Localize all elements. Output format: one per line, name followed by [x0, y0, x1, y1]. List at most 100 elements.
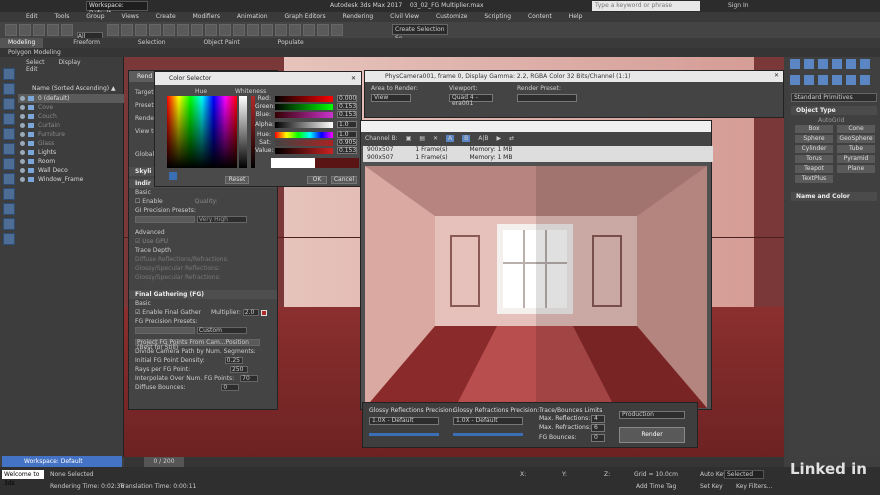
spinner-snap-icon[interactable]	[316, 24, 329, 36]
workspace-dropdown[interactable]: Workspace: Default	[86, 1, 148, 17]
filter-icon[interactable]	[3, 113, 15, 125]
project-points-dropdown[interactable]: Project FG Points From Cam...Position (B…	[135, 339, 260, 351]
sat-input[interactable]: 0.905	[337, 139, 357, 146]
hue-picker[interactable]	[167, 96, 237, 168]
motion-icon[interactable]	[832, 59, 842, 69]
divide-camera-label[interactable]: Divide Camera Path by Num. Segments:	[129, 347, 277, 356]
scene-item[interactable]: Glass	[18, 139, 124, 148]
display-icon[interactable]	[846, 59, 856, 69]
snap-icon[interactable]	[274, 24, 287, 36]
scene-item[interactable]: Wall Deco	[18, 166, 124, 175]
sign-in-button[interactable]: Sign In	[728, 2, 749, 9]
select-by-name-icon[interactable]	[120, 24, 133, 36]
create-icon[interactable]	[790, 59, 800, 69]
filter-icon[interactable]	[3, 233, 15, 245]
save-icon[interactable]: ▣	[406, 135, 412, 142]
scene-item[interactable]: Curtain	[18, 121, 124, 130]
sat-slider[interactable]	[275, 140, 333, 146]
undo-icon[interactable]	[5, 24, 17, 36]
scene-item[interactable]: Couch	[18, 112, 124, 121]
hue-slider[interactable]	[275, 132, 333, 138]
textplus-button[interactable]: TextPlus	[795, 175, 833, 183]
history-row[interactable]: 900x507 1 Frame(s) Memory: 1 MB	[363, 154, 713, 162]
edit-named-sel-icon[interactable]	[330, 24, 343, 36]
eye-icon[interactable]	[20, 177, 25, 182]
rect-select-icon[interactable]	[134, 24, 147, 36]
selected-dropdown[interactable]: Selected	[724, 470, 764, 479]
filter-icon[interactable]	[3, 158, 15, 170]
scene-item[interactable]: Cove	[18, 103, 124, 112]
red-input[interactable]: 0.000	[337, 95, 357, 102]
helpers-icon[interactable]	[846, 75, 856, 85]
fg-bounces-input[interactable]: 0	[591, 434, 605, 442]
menu-create[interactable]: Create	[156, 13, 176, 20]
production-dropdown[interactable]: Production	[619, 411, 685, 419]
menu-rendering[interactable]: Rendering	[343, 13, 374, 20]
eye-icon[interactable]	[20, 132, 25, 137]
use-gpu-checkbox[interactable]: ☑ Use GPU	[129, 237, 277, 246]
window-crossing-icon[interactable]	[148, 24, 161, 36]
alpha-input[interactable]: 1.0	[337, 121, 357, 128]
scene-item[interactable]: Window_Frame	[18, 175, 124, 184]
plane-button[interactable]: Plane	[837, 165, 875, 173]
filter-icon[interactable]	[3, 68, 15, 80]
object-type-rollout[interactable]: Object Type	[791, 106, 877, 115]
gi-preset-slider[interactable]	[135, 216, 195, 223]
redo-icon[interactable]	[19, 24, 31, 36]
unlink-icon[interactable]	[47, 24, 59, 36]
tube-button[interactable]: Tube	[837, 145, 875, 153]
ok-button[interactable]: OK	[307, 176, 327, 184]
channel-a-icon[interactable]: A	[446, 135, 455, 142]
geosphere-button[interactable]: GeoSphere	[837, 135, 875, 143]
enable-fg-checkbox[interactable]: Enable Final Gather	[142, 309, 201, 316]
move-icon[interactable]	[162, 24, 175, 36]
menu-civil-view[interactable]: Civil View	[390, 13, 419, 20]
filter-icon[interactable]	[3, 203, 15, 215]
sphere-button[interactable]: Sphere	[795, 135, 833, 143]
enable-checkbox[interactable]: ☐ Enable Quality:	[129, 197, 277, 206]
eye-icon[interactable]	[20, 123, 25, 128]
tab-modeling[interactable]: Modeling	[0, 38, 44, 48]
ab-compare-icon[interactable]: A|B	[478, 135, 488, 142]
scene-item[interactable]: 0 (default)	[18, 94, 124, 103]
scene-menu-select[interactable]: Select	[26, 59, 45, 66]
modify-icon[interactable]	[804, 59, 814, 69]
render-button[interactable]: Render	[619, 427, 685, 443]
eyedropper-icon[interactable]	[169, 172, 177, 180]
cylinder-button[interactable]: Cylinder	[795, 145, 833, 153]
fg-preset-slider[interactable]	[135, 327, 195, 334]
time-slider[interactable]: 0 / 200	[144, 457, 184, 467]
blue-slider[interactable]	[275, 112, 333, 118]
rotate-icon[interactable]	[176, 24, 189, 36]
lights-icon[interactable]	[818, 75, 828, 85]
teapot-button[interactable]: Teapot	[795, 165, 833, 173]
scene-menu-edit[interactable]: Edit	[26, 66, 38, 73]
menu-animation[interactable]: Animation	[237, 13, 268, 20]
filter-icon[interactable]	[3, 173, 15, 185]
filter-icon[interactable]	[3, 188, 15, 200]
menu-edit[interactable]: Edit	[26, 13, 38, 20]
green-input[interactable]: 0.153	[337, 103, 357, 110]
link-icon[interactable]	[33, 24, 45, 36]
eye-icon[interactable]	[20, 114, 25, 119]
spacewarps-icon[interactable]	[860, 75, 870, 85]
geometry-icon[interactable]	[790, 75, 800, 85]
filter-icon[interactable]	[3, 83, 15, 95]
maxscript-listener[interactable]: Welcome to 3ds	[2, 470, 44, 487]
final-gather-rollout[interactable]: Final Gathering (FG)	[129, 290, 277, 299]
eye-icon[interactable]	[20, 159, 25, 164]
utilities-icon[interactable]	[860, 59, 870, 69]
green-slider[interactable]	[275, 104, 333, 110]
cancel-button[interactable]: Cancel	[331, 176, 357, 184]
render-preset-dropdown[interactable]	[517, 94, 577, 102]
glossy-refr-dropdown[interactable]: 1.0X - Default	[453, 417, 523, 425]
eye-icon[interactable]	[20, 168, 25, 173]
clear-icon[interactable]: ✕	[433, 135, 438, 142]
menu-help[interactable]: Help	[569, 13, 583, 20]
scene-column-header[interactable]: Name (Sorted Ascending) ▲ Frozen	[18, 84, 124, 101]
rays-input[interactable]: 250	[230, 366, 249, 373]
area-dropdown[interactable]: View	[371, 94, 411, 102]
value-input[interactable]: 0.153	[337, 147, 357, 154]
glossy-refl-slider[interactable]	[369, 433, 439, 436]
set-key-button[interactable]: Set Key	[700, 483, 723, 490]
